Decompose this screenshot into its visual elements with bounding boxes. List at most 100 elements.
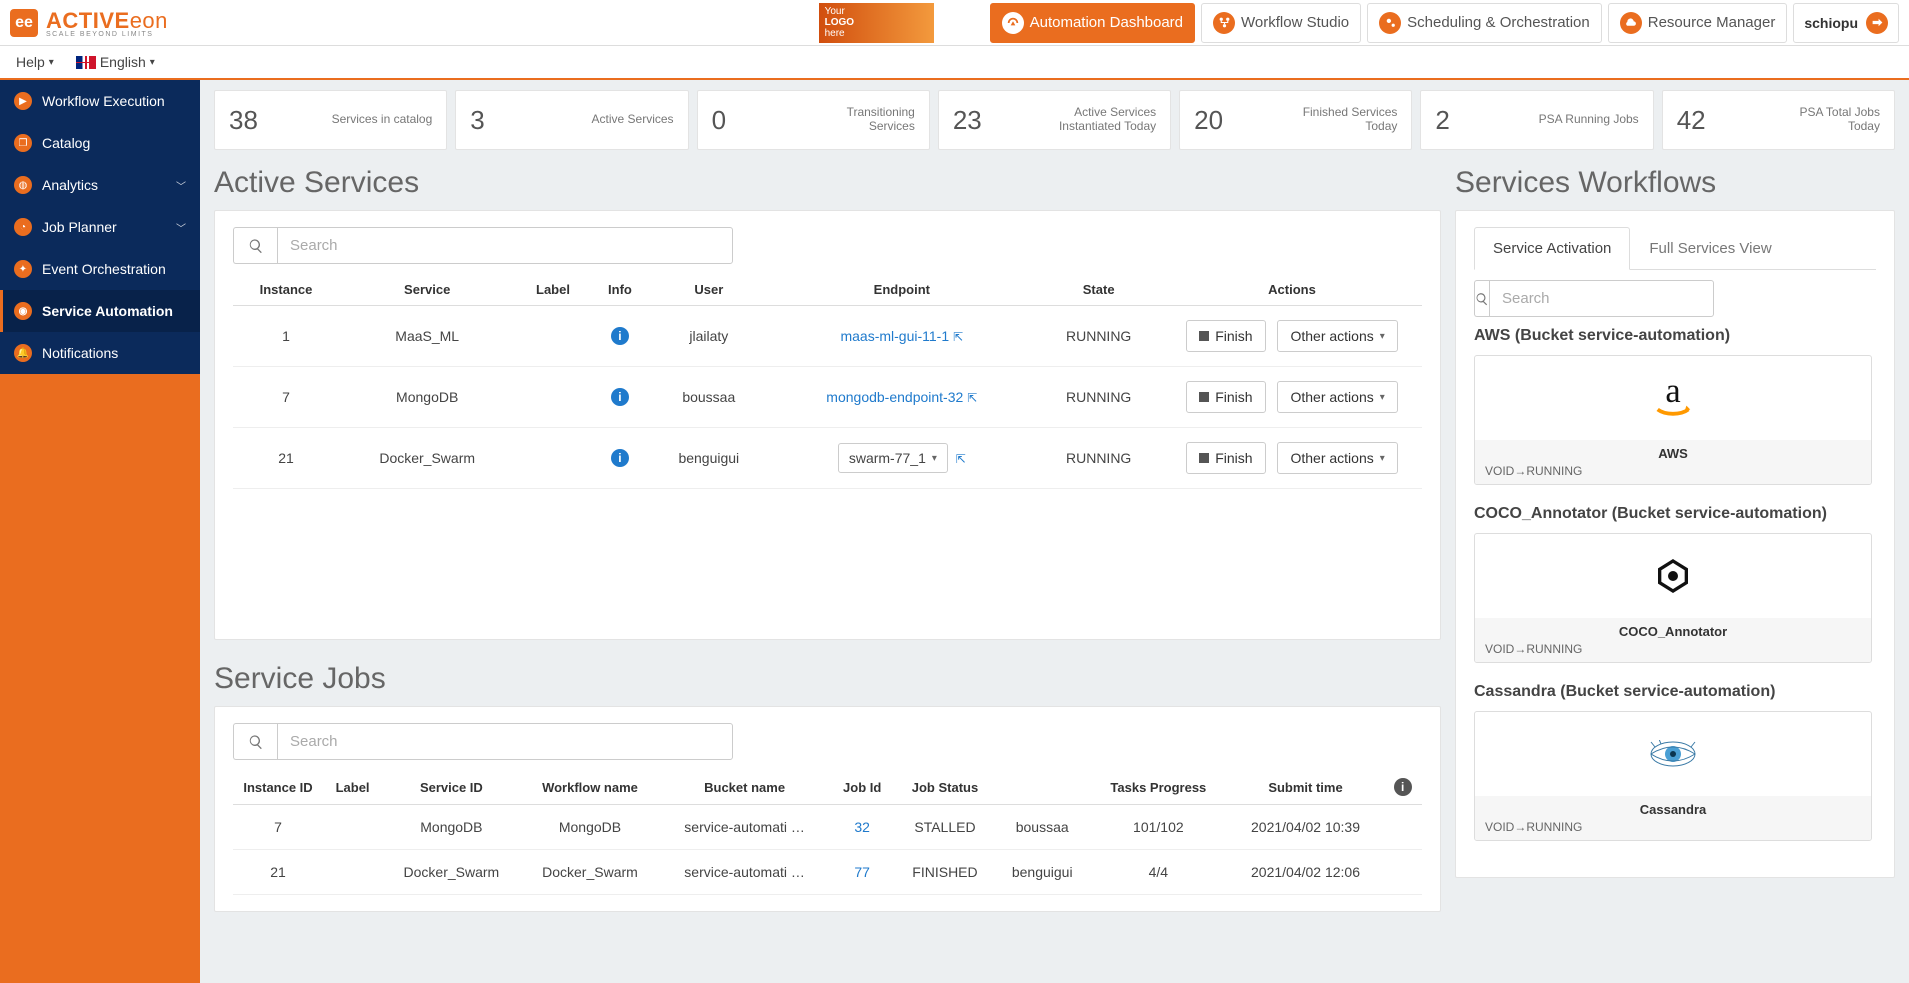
finish-button[interactable]: Finish	[1186, 442, 1265, 474]
endpoint-link[interactable]: maas-ml-gui-11-1	[840, 328, 949, 344]
cell-info: i	[591, 306, 650, 367]
other-actions-button[interactable]: Other actions ▾	[1277, 320, 1397, 352]
cell-label	[323, 850, 382, 895]
job-id-link[interactable]: 77	[854, 864, 870, 880]
info-column-icon[interactable]: i	[1394, 778, 1412, 796]
chevron-down-icon: ▾	[1380, 453, 1385, 464]
cell-time: 2021/04/02 10:39	[1228, 805, 1384, 850]
service-jobs-table: Instance ID Label Service ID Workflow na…	[233, 770, 1422, 895]
uk-flag-icon	[76, 56, 96, 69]
your-logo-placeholder: Your LOGO here	[819, 3, 934, 43]
search-icon	[233, 227, 277, 264]
sidebar-item-service-automation[interactable]: ◉ Service Automation	[0, 290, 200, 332]
cell-time: 2021/04/02 12:06	[1228, 850, 1384, 895]
workflow-card-title: Cassandra (Bucket service-automation)	[1474, 683, 1872, 701]
cell-service: MongoDB	[339, 367, 515, 428]
sidebar-item-catalog[interactable]: ❐ Catalog	[0, 122, 200, 164]
finish-button[interactable]: Finish	[1186, 320, 1265, 352]
stat-active-instantiated-today[interactable]: 23Active Services Instantiated Today	[938, 90, 1171, 150]
workflow-card-image	[1475, 712, 1871, 796]
workflow-card-status: VOID→RUNNING	[1485, 464, 1861, 478]
workflow-card-title: AWS (Bucket service-automation)	[1474, 327, 1872, 345]
cell-endpoint: maas-ml-gui-11-1 ⇱	[768, 306, 1035, 367]
tab-service-activation[interactable]: Service Activation	[1474, 227, 1630, 270]
cell-instance: 21	[233, 428, 339, 489]
sidebar-item-analytics[interactable]: ◍ Analytics ﹀	[0, 164, 200, 206]
cell-instance-id: 7	[233, 805, 323, 850]
second-bar: Help ▾ English ▾	[0, 46, 1909, 80]
stat-psa-running[interactable]: 2PSA Running Jobs	[1420, 90, 1653, 150]
table-row: 7 MongoDB MongoDB service-automati … 32 …	[233, 805, 1422, 850]
finish-button[interactable]: Finish	[1186, 381, 1265, 413]
stat-services-in-catalog[interactable]: 38Services in catalog	[214, 90, 447, 150]
cell-actions: Finish Other actions ▾	[1162, 367, 1422, 428]
service-jobs-search-input[interactable]	[277, 723, 733, 760]
workflow-card[interactable]: COCO_Annotator VOID→RUNNING	[1474, 533, 1872, 663]
info-icon[interactable]: i	[611, 327, 629, 345]
stat-active-services[interactable]: 3Active Services	[455, 90, 688, 150]
user-avatar-icon	[1866, 12, 1888, 34]
workflows-search-input[interactable]	[1489, 280, 1714, 317]
sidebar: ▶ Workflow Execution ❐ Catalog ◍ Analyti…	[0, 80, 200, 983]
language-menu[interactable]: English ▾	[70, 50, 161, 74]
active-services-search-input[interactable]	[277, 227, 733, 264]
clock-icon: ◔	[14, 218, 32, 236]
workflows-tabs: Service Activation Full Services View	[1474, 227, 1876, 270]
other-actions-button[interactable]: Other actions ▾	[1277, 442, 1397, 474]
help-menu[interactable]: Help ▾	[10, 50, 60, 74]
other-actions-button[interactable]: Other actions ▾	[1277, 381, 1397, 413]
play-icon: ▶	[14, 92, 32, 110]
cell-service-id: Docker_Swarm	[382, 850, 521, 895]
chevron-down-icon: ▾	[1380, 331, 1385, 342]
workflow-card[interactable]: Cassandra VOID→RUNNING	[1474, 711, 1872, 841]
book-icon: ❐	[14, 134, 32, 152]
sidebar-item-job-planner[interactable]: ◔ Job Planner ﹀	[0, 206, 200, 248]
chevron-down-icon: ﹀	[176, 178, 186, 193]
cell-user: boussaa	[649, 367, 768, 428]
nodes-icon	[1213, 12, 1235, 34]
external-link-icon[interactable]: ⇱	[956, 452, 966, 466]
service-jobs-search	[233, 723, 733, 760]
stat-psa-total-today[interactable]: 42PSA Total Jobs Today	[1662, 90, 1895, 150]
services-workflows-panel: Service Activation Full Services View AW…	[1455, 210, 1895, 878]
activeeon-logo[interactable]: ee ACTIVEeon SCALE BEYOND LIMITS	[10, 8, 168, 38]
cell-status: FINISHED	[895, 850, 996, 895]
table-row: 21 Docker_Swarm i benguigui swarm-77_1 ▾…	[233, 428, 1422, 489]
stat-transitioning-services[interactable]: 0Transitioning Services	[697, 90, 930, 150]
sidebar-item-notifications[interactable]: 🔔 Notifications	[0, 332, 200, 374]
workflow-card[interactable]: a AWS VOID→RUNNING	[1474, 355, 1872, 485]
external-link-icon[interactable]: ⇱	[967, 391, 977, 405]
cell-instance: 1	[233, 306, 339, 367]
job-id-link[interactable]: 32	[854, 819, 870, 835]
top-bar: ee ACTIVEeon SCALE BEYOND LIMITS Your LO…	[0, 0, 1909, 46]
cell-service: MaaS_ML	[339, 306, 515, 367]
cell-actions: Finish Other actions ▾	[1162, 306, 1422, 367]
workflow-card-status: VOID→RUNNING	[1485, 820, 1861, 834]
cell-info: i	[591, 428, 650, 489]
user-menu[interactable]: schiopu	[1793, 3, 1899, 43]
endpoint-dropdown[interactable]: swarm-77_1 ▾	[838, 443, 948, 473]
workflow-card-name: AWS	[1485, 446, 1861, 461]
cell-user: boussaa	[995, 805, 1089, 850]
bolt-icon: ✦	[14, 260, 32, 278]
cell-job-id: 77	[830, 850, 895, 895]
info-icon[interactable]: i	[611, 388, 629, 406]
workflow-card-title: COCO_Annotator (Bucket service-automatio…	[1474, 505, 1872, 523]
svg-text:a: a	[1665, 375, 1680, 410]
tab-full-services-view[interactable]: Full Services View	[1630, 227, 1790, 269]
nav-resource-manager[interactable]: Resource Manager	[1608, 3, 1788, 43]
gears-icon	[1379, 12, 1401, 34]
nav-workflow-studio[interactable]: Workflow Studio	[1201, 3, 1361, 43]
endpoint-link[interactable]: mongodb-endpoint-32	[826, 389, 963, 405]
external-link-icon[interactable]: ⇱	[953, 330, 963, 344]
stat-finished-today[interactable]: 20Finished Services Today	[1179, 90, 1412, 150]
table-row: 21 Docker_Swarm Docker_Swarm service-aut…	[233, 850, 1422, 895]
sidebar-item-event-orchestration[interactable]: ✦ Event Orchestration	[0, 248, 200, 290]
info-icon[interactable]: i	[611, 449, 629, 467]
cell-service: Docker_Swarm	[339, 428, 515, 489]
cell-workflow: Docker_Swarm	[521, 850, 660, 895]
nav-scheduling[interactable]: Scheduling & Orchestration	[1367, 3, 1602, 43]
nav-automation-dashboard[interactable]: Automation Dashboard	[990, 3, 1195, 43]
sidebar-item-workflow-execution[interactable]: ▶ Workflow Execution	[0, 80, 200, 122]
cell-tasks: 4/4	[1089, 850, 1228, 895]
